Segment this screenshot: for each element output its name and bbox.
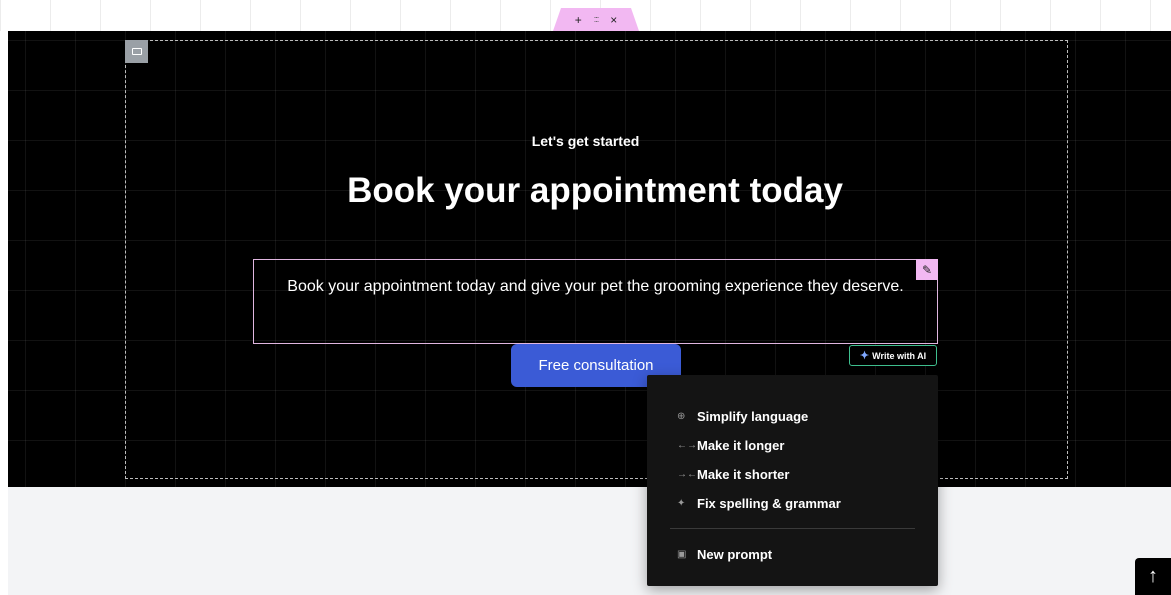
ai-menu-item-fix-spelling[interactable]: ✦ Fix spelling & grammar xyxy=(647,489,938,518)
ai-menu-item-label: Make it longer xyxy=(697,438,785,453)
close-section-icon[interactable]: × xyxy=(610,14,617,26)
ai-menu-item-label: Make it shorter xyxy=(697,467,790,482)
ai-menu-item-label: Simplify language xyxy=(697,409,809,424)
prompt-icon: ▣ xyxy=(677,549,687,560)
lower-section xyxy=(8,487,1171,595)
globe-icon: ⊕ xyxy=(677,411,686,422)
layout-icon xyxy=(131,48,142,55)
ai-menu-item-new-prompt[interactable]: ▣ New prompt xyxy=(647,540,938,569)
write-with-ai-button[interactable]: ✦ Write with AI xyxy=(849,345,937,366)
layout-toggle-button[interactable] xyxy=(125,40,148,63)
sparkle-icon: ✦ xyxy=(677,498,686,509)
arrow-up-icon: ↑ xyxy=(1148,565,1158,587)
ai-menu-item-longer[interactable]: ←→ Make it longer xyxy=(647,431,938,460)
hero-heading: Book your appointment today xyxy=(347,171,843,210)
ai-menu-item-label: Fix spelling & grammar xyxy=(697,496,841,511)
hero-subtext[interactable]: Book your appointment today and give you… xyxy=(253,259,938,344)
drag-handle-icon[interactable]: ::: xyxy=(594,15,599,24)
ai-options-menu: ⊕ Simplify language ←→ Make it longer →←… xyxy=(647,375,938,586)
pencil-icon: ✎ xyxy=(921,262,933,277)
edit-text-button[interactable]: ✎ xyxy=(916,259,938,280)
menu-divider xyxy=(670,528,915,529)
new-prompt-label: New prompt xyxy=(697,547,773,562)
scroll-to-top-button[interactable]: ↑ xyxy=(1135,558,1171,595)
ai-menu-item-simplify[interactable]: ⊕ Simplify language xyxy=(647,402,938,431)
ai-menu-item-shorter[interactable]: →← Make it shorter xyxy=(647,460,938,489)
collapse-arrows-icon: →← xyxy=(677,469,697,480)
expand-arrows-icon: ←→ xyxy=(677,440,697,451)
write-with-ai-label: Write with AI xyxy=(872,350,927,361)
add-section-icon[interactable]: + xyxy=(575,14,582,26)
hero-eyebrow: Let's get started xyxy=(531,133,640,149)
section-toolbar: + ::: × xyxy=(553,8,639,31)
ai-sparkle-icon: ✦ xyxy=(859,350,870,362)
